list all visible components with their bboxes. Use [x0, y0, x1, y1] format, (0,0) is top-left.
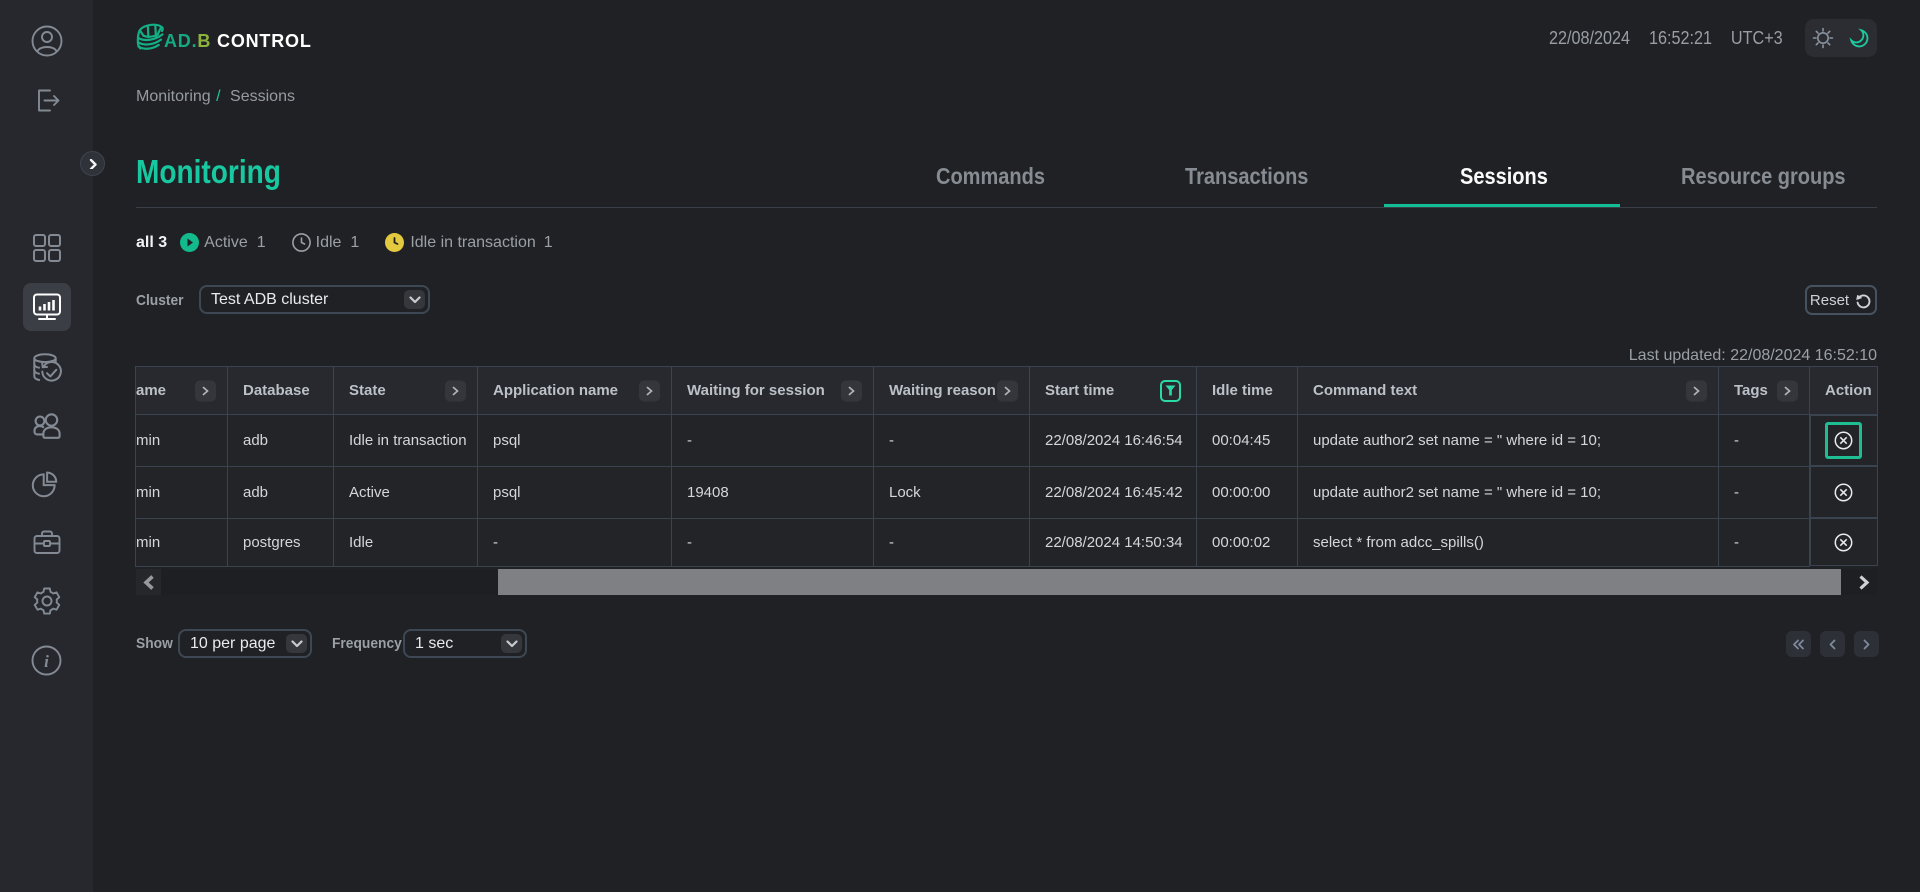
svg-text:i: i [44, 652, 49, 671]
